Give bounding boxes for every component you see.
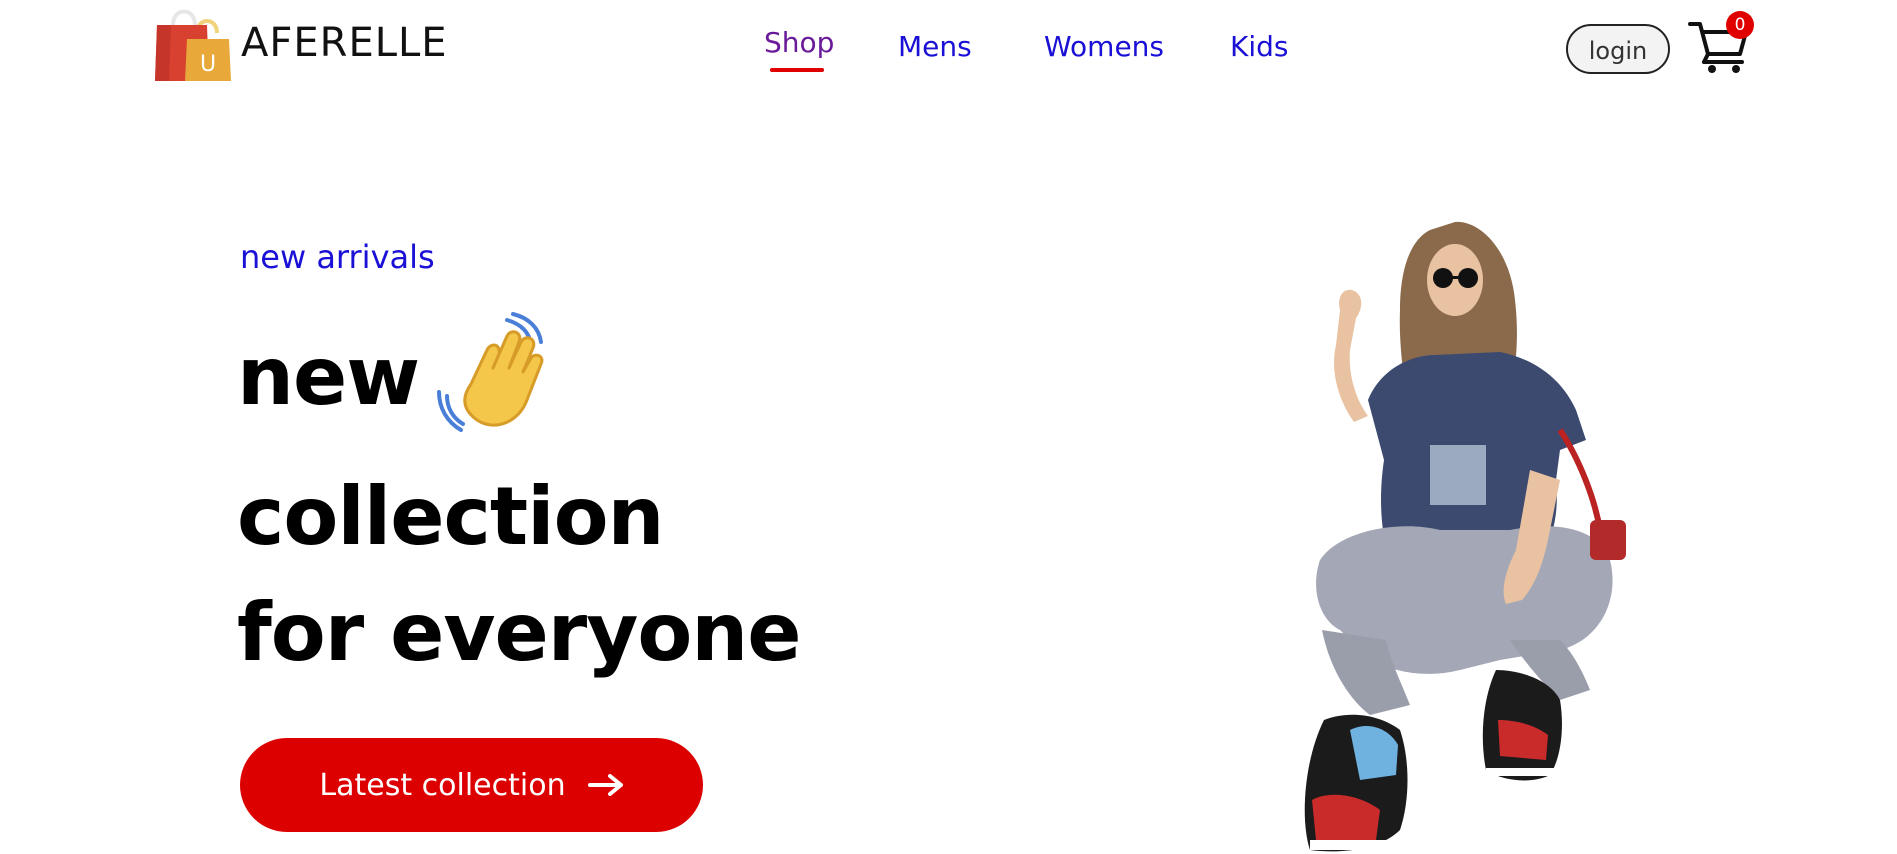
navbar: U AFERELLE Shop Mens Womens Kids login 0 <box>0 0 1897 100</box>
nav-item-kids[interactable]: Kids <box>1230 30 1289 63</box>
nav-item-mens[interactable]: Mens <box>898 30 972 63</box>
brand-name: AFERELLE <box>241 20 448 66</box>
model-photo <box>1304 221 1626 852</box>
hero-tag: new arrivals <box>240 238 435 276</box>
page: U AFERELLE Shop Mens Womens Kids login 0… <box>0 0 1897 854</box>
hero-line-3: for everyone <box>237 586 802 679</box>
cta-label: Latest collection <box>319 767 566 803</box>
nav-item-womens[interactable]: Womens <box>1044 30 1164 63</box>
hero-line-1-text: new <box>237 330 420 423</box>
latest-collection-button[interactable]: Latest collection <box>240 738 703 832</box>
waving-hand-icon <box>437 312 544 432</box>
hero-line-1: new <box>237 330 420 423</box>
login-button[interactable]: login <box>1566 24 1670 74</box>
arrow-right-icon <box>587 774 623 796</box>
shopping-bags-icon: U <box>155 9 231 81</box>
nav-item-shop[interactable]: Shop <box>764 26 835 72</box>
hero-line-2: collection <box>237 470 664 563</box>
logo-letter: U <box>200 52 216 77</box>
cart-count-badge: 0 <box>1726 11 1754 39</box>
nav-item-label: Womens <box>1044 30 1165 63</box>
nav-item-label: Mens <box>898 30 972 63</box>
active-nav-indicator <box>770 68 824 72</box>
nav-item-label: Kids <box>1230 30 1289 63</box>
brand[interactable]: U AFERELLE <box>151 3 448 83</box>
nav-item-label: Shop <box>764 26 835 59</box>
